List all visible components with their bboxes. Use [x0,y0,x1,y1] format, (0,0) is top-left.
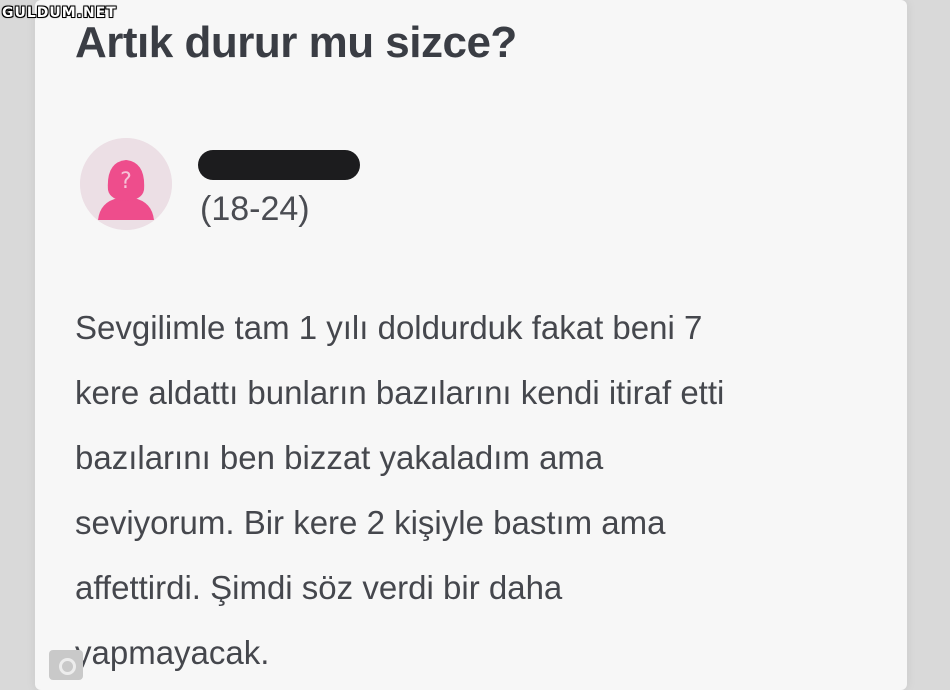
camera-icon [49,650,83,680]
post-body: Sevgilimle tam 1 yılı doldurduk fakat be… [75,295,875,685]
female-avatar-icon[interactable]: ? [80,138,172,230]
post-title: Artık durur mu sizce? [75,18,517,67]
post-body-line: bazılarını ben bizzat yakaladım ama [75,439,604,476]
post-body-line: yapmayacak. [75,634,270,671]
post-body-line: kere aldattı bunların bazılarını kendi i… [75,374,725,411]
post-body-line: Sevgilimle tam 1 yılı doldurduk fakat be… [75,309,703,346]
post-body-line: seviyorum. Bir kere 2 kişiyle bastım ama [75,504,666,541]
post-body-line: affettirdi. Şimdi söz verdi bir daha [75,569,563,606]
author-age-range: (18-24) [200,190,310,228]
svg-text:?: ? [120,169,132,194]
redacted-username [198,150,360,180]
site-watermark: GULDUM.NET [2,5,117,21]
